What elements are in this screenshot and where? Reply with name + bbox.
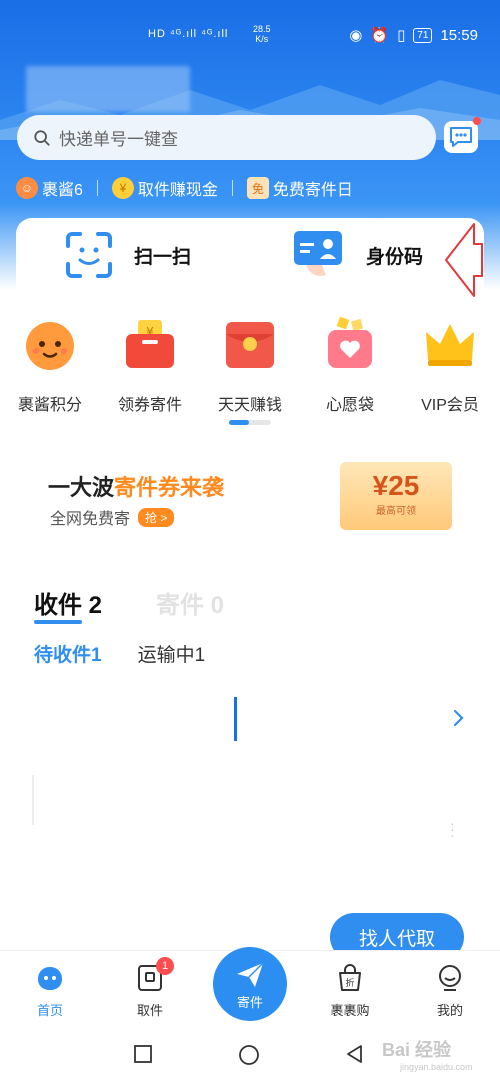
text-cursor xyxy=(234,697,237,741)
banner-title: 一大波寄件券来袭 xyxy=(48,475,225,500)
scroll-thumb xyxy=(229,420,249,425)
tab-in-transit[interactable]: 运输中1 xyxy=(138,640,206,667)
promo-banner[interactable]: 一大波寄件券来袭 全网免费寄 抢 > ¥25 最高可领 xyxy=(0,450,500,540)
grab-button[interactable]: 抢 > xyxy=(138,507,175,527)
crown-icon xyxy=(426,324,474,366)
id-card-icon xyxy=(294,231,342,276)
scroll-indicator xyxy=(229,420,271,425)
search-input[interactable]: 快递单号一键查 xyxy=(59,125,178,150)
quick-link-earn-cash[interactable]: ¥ 取件赚现金 xyxy=(111,176,218,200)
service-coupon-send[interactable]: ¥ 领券寄件 xyxy=(100,310,200,415)
free-tag-icon: 免 xyxy=(246,177,269,199)
quick-links: ☺ 裹酱6 ¥ 取件赚现金 免 免费寄件日 xyxy=(16,176,353,200)
service-daily-earn[interactable]: 天天赚钱 xyxy=(200,310,300,415)
red-packet-icon xyxy=(226,322,274,368)
alarm-icon: ⏰ xyxy=(370,27,390,44)
coupon-ticket[interactable]: ¥25 最高可领 xyxy=(340,462,452,530)
divider xyxy=(96,180,98,196)
tab-shop[interactable]: 折 裹裹购 xyxy=(320,963,380,1019)
scan-card: 扫一扫 身份码 xyxy=(16,218,484,292)
watermark: Bai 经验 xyxy=(382,1040,452,1060)
tab-mine[interactable]: 我的 xyxy=(420,963,480,1019)
service-wish-bag[interactable]: 心愿袋 xyxy=(300,310,400,415)
mascot-face-icon xyxy=(26,322,74,370)
parcel-tabs: 收件 2 寄件 0 xyxy=(34,585,224,624)
eye-icon: ◉ xyxy=(349,27,363,44)
paper-plane-icon xyxy=(237,962,264,987)
tab-home[interactable]: 首页 xyxy=(20,963,80,1019)
mascot-icon: ☺ xyxy=(16,177,38,199)
signal-indicators: HD ⁴ᴳ.ıll ⁴ᴳ.ıll xyxy=(148,28,229,40)
scan-button[interactable]: 扫一扫 xyxy=(16,218,256,292)
chevron-right-icon[interactable] xyxy=(452,708,466,728)
parcel-subtabs: 待收件1 运输中1 xyxy=(34,640,205,667)
battery-level: 71 xyxy=(413,27,433,43)
recent-apps-icon[interactable] xyxy=(133,1044,153,1064)
home-mascot-icon xyxy=(38,967,62,990)
more-icon[interactable]: · · · xyxy=(450,816,455,842)
quick-link-free-send-day[interactable]: 免 免费寄件日 xyxy=(246,176,353,200)
svg-text:折: 折 xyxy=(345,977,354,989)
annotation-arrow xyxy=(445,223,483,297)
watermark-url: jingyan.baidu.com xyxy=(400,1062,473,1072)
send-button[interactable]: 寄件 xyxy=(213,947,287,1021)
tab-pending[interactable]: 待收件1 xyxy=(34,640,102,667)
service-points[interactable]: 裹酱积分 xyxy=(0,310,100,415)
home-circle-icon[interactable] xyxy=(238,1044,260,1066)
shopping-bag-icon: 折 xyxy=(339,964,361,991)
banner-subtitle: 全网免费寄 抢 > xyxy=(50,505,175,529)
network-speed: 28.5 K/s xyxy=(253,24,271,44)
status-bar: HD ⁴ᴳ.ıll ⁴ᴳ.ıll 28.5 K/s ◉ ⏰ ▯ 71 15:59 xyxy=(0,0,500,70)
service-vip[interactable]: VIP会员 xyxy=(400,310,500,415)
status-right: ◉ ⏰ ▯ 71 15:59 xyxy=(349,26,478,45)
message-button[interactable] xyxy=(444,117,481,153)
vibrate-icon: ▯ xyxy=(397,27,406,44)
quick-link-guojiang[interactable]: ☺ 裹酱6 xyxy=(16,176,83,200)
coupon-box-icon: ¥ xyxy=(126,320,174,368)
tab-pickup[interactable]: 1 取件 xyxy=(120,957,180,1019)
parcel-item-edge xyxy=(32,775,34,825)
profile-icon xyxy=(439,965,461,991)
tab-send[interactable]: 寄件 0 xyxy=(156,585,224,620)
back-icon[interactable] xyxy=(345,1044,365,1064)
clock: 15:59 xyxy=(440,26,478,44)
search-icon xyxy=(34,129,50,146)
wish-bag-icon xyxy=(328,316,372,368)
divider xyxy=(231,180,233,196)
blurred-region xyxy=(26,66,190,112)
search-bar[interactable]: 快递单号一键查 xyxy=(17,115,436,160)
tab-receive[interactable]: 收件 2 xyxy=(34,585,102,624)
notification-dot xyxy=(473,117,481,125)
coin-icon: ¥ xyxy=(111,177,134,199)
chat-icon xyxy=(450,127,472,147)
pickup-badge: 1 xyxy=(156,957,174,975)
service-grid: 裹酱积分 ¥ 领券寄件 天天赚钱 心愿袋 VIP会员 xyxy=(0,310,500,420)
scan-face-icon xyxy=(66,232,112,278)
